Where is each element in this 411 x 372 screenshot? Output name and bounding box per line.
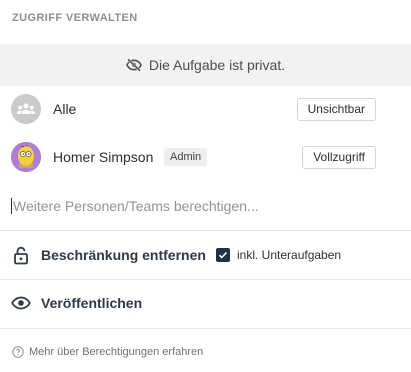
invite-input[interactable] xyxy=(11,198,401,214)
checkmark-icon xyxy=(218,251,228,259)
invite-field-wrapper xyxy=(11,194,401,218)
panel-header: ZUGRIFF VERWALTEN xyxy=(0,0,411,36)
eye-off-icon xyxy=(126,58,142,72)
group-avatar xyxy=(11,94,41,124)
private-banner: Die Aufgabe ist privat. xyxy=(0,44,411,86)
panel-title: ZUGRIFF VERWALTEN xyxy=(12,12,138,24)
homer-avatar xyxy=(11,142,41,172)
remove-restriction-button[interactable]: Beschränkung entfernen xyxy=(41,247,206,263)
remove-restriction-row: Beschränkung entfernen inkl. Unteraufgab… xyxy=(0,231,411,279)
role-badge: Admin xyxy=(164,148,208,166)
checkbox-box[interactable] xyxy=(216,248,230,262)
include-subtasks-checkbox[interactable]: inkl. Unteraufgaben xyxy=(216,248,341,262)
divider xyxy=(0,328,411,329)
user-portrait-icon xyxy=(11,142,41,172)
member-row-homer-simpson: Homer Simpson Admin Vollzugriff xyxy=(0,133,411,181)
checkbox-label: inkl. Unteraufgaben xyxy=(237,248,342,262)
lock-open-icon[interactable] xyxy=(11,245,31,265)
help-circle-icon xyxy=(12,346,24,358)
group-icon xyxy=(16,103,36,114)
member-name: Homer Simpson xyxy=(53,149,154,165)
publish-row: Veröffentlichen xyxy=(0,279,411,327)
banner-text: Die Aufgabe ist privat. xyxy=(148,57,286,73)
publish-button[interactable]: Veröffentlichen xyxy=(41,295,142,311)
help-link[interactable]: Mehr über Berechtigungen erfahren xyxy=(12,346,203,358)
help-link-text[interactable]: Mehr über Berechtigungen erfahren xyxy=(29,346,203,358)
eye-icon[interactable] xyxy=(11,293,31,313)
access-level-button[interactable]: Vollzugriff xyxy=(302,145,376,169)
member-row-alle: Alle Unsichtbar xyxy=(0,85,411,133)
access-level-button[interactable]: Unsichtbar xyxy=(296,97,376,121)
member-name: Alle xyxy=(53,101,77,117)
